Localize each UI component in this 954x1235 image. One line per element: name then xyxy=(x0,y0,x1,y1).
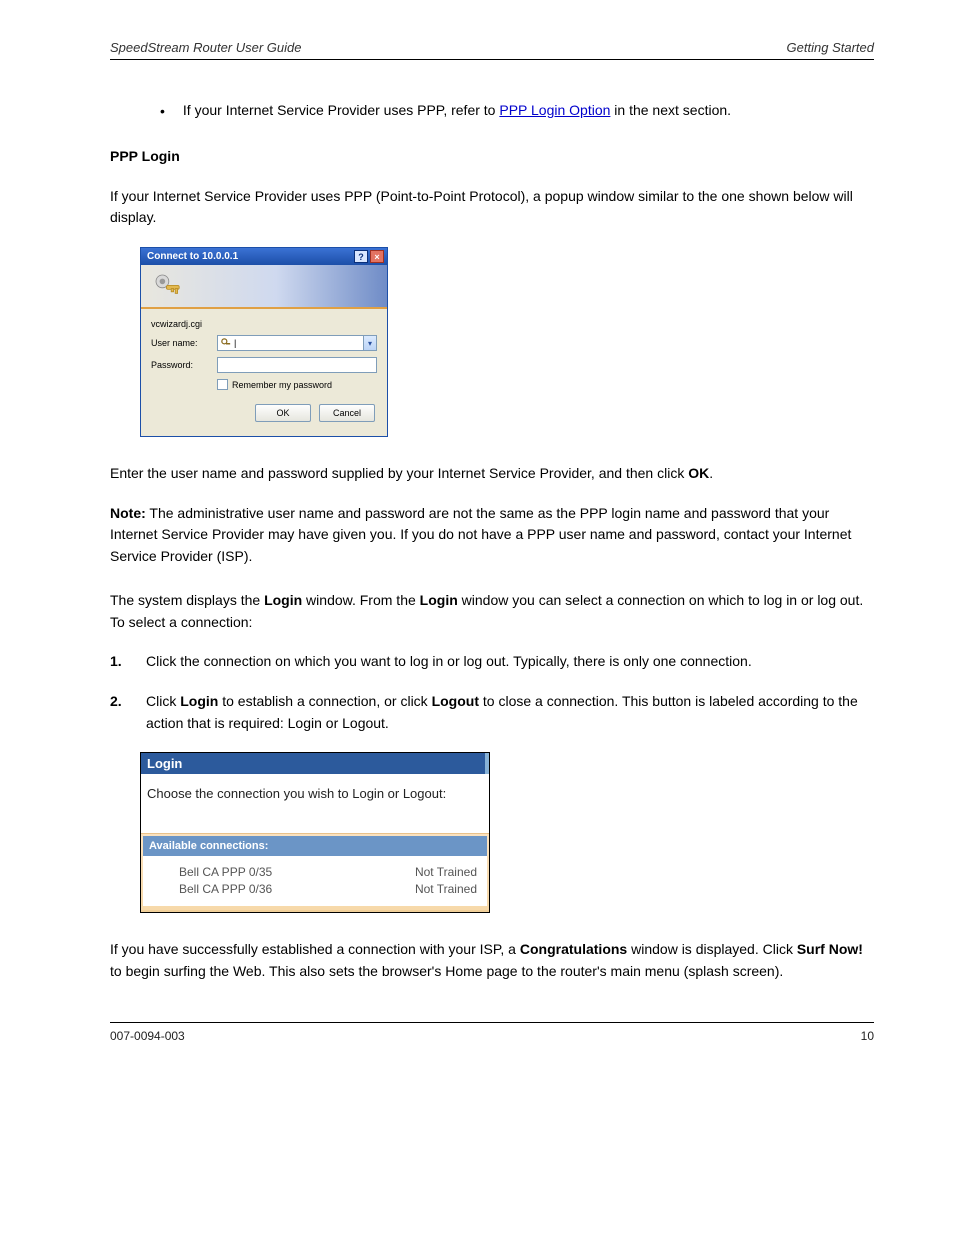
user-key-icon xyxy=(221,338,231,348)
lw-colon: : xyxy=(249,614,253,630)
login-panel: Login Choose the connection you wish to … xyxy=(140,752,490,913)
login-panel-prompt: Choose the connection you wish to Login … xyxy=(141,774,489,833)
trail-mid: window is displayed. Click xyxy=(627,941,797,957)
step-1: 1. Click the connection on which you wan… xyxy=(110,651,874,673)
remember-password-checkbox[interactable] xyxy=(217,379,228,390)
help-icon[interactable]: ? xyxy=(354,250,368,263)
note-text: The administrative user name and passwor… xyxy=(110,505,851,564)
ok-highlight: OK xyxy=(688,465,709,481)
footer-right: 10 xyxy=(861,1029,874,1043)
password-input[interactable] xyxy=(217,357,377,373)
note-block: Note: The administrative user name and p… xyxy=(110,503,874,568)
login-panel-title: Login xyxy=(141,753,489,774)
username-label: User name: xyxy=(151,338,217,348)
conn-status: Not Trained xyxy=(415,864,477,881)
s2-login: Login xyxy=(180,693,218,709)
lw-middle: window. From the xyxy=(302,592,420,608)
keys-icon xyxy=(151,271,185,303)
connect-dialog: Connect to 10.0.0.1 ? × vcwizardj.cgi Us… xyxy=(140,247,388,437)
step1-text: Click the connection on which you want t… xyxy=(146,651,874,673)
header-left: SpeedStream Router User Guide xyxy=(110,40,301,55)
step2-number: 2. xyxy=(110,691,126,734)
trail-congrats: Congratulations xyxy=(520,941,627,957)
enter-credentials-text: Enter the user name and password supplie… xyxy=(110,463,874,485)
remember-password-label: Remember my password xyxy=(232,380,332,390)
close-icon[interactable]: × xyxy=(370,250,384,263)
footer-divider xyxy=(110,1022,874,1023)
conn-status: Not Trained xyxy=(415,881,477,898)
bullet-before: If your Internet Service Provider uses P… xyxy=(183,102,499,118)
ppp-login-heading: PPP Login xyxy=(110,146,874,168)
s2-logout: Logout xyxy=(432,693,479,709)
header-divider xyxy=(110,59,874,60)
realm-text: vcwizardj.cgi xyxy=(151,319,202,329)
s2-prefix: Click xyxy=(146,693,180,709)
connections-list: Bell CA PPP 0/35 Not Trained Bell CA PPP… xyxy=(143,856,487,906)
trail-prefix: If you have successfully established a c… xyxy=(110,941,520,957)
trail-surf: Surf Now! xyxy=(797,941,863,957)
username-dropdown-icon[interactable]: ▾ xyxy=(363,335,377,351)
list-item[interactable]: Bell CA PPP 0/36 Not Trained xyxy=(179,881,477,898)
footer-left: 007-0094-003 xyxy=(110,1029,185,1043)
bullet-icon: • xyxy=(160,101,165,121)
lw-prefix: The system displays the xyxy=(110,592,264,608)
conn-name: Bell CA PPP 0/35 xyxy=(179,864,272,881)
step2-text: Click Login to establish a connection, o… xyxy=(146,691,874,734)
lw-login2: Login xyxy=(420,592,458,608)
header-right: Getting Started xyxy=(787,40,874,55)
dialog-title-text: Connect to 10.0.0.1 xyxy=(147,251,238,262)
note-label: Note: xyxy=(110,505,146,521)
dialog-banner xyxy=(141,265,387,309)
login-window-intro: The system displays the Login window. Fr… xyxy=(110,590,874,633)
list-item[interactable]: Bell CA PPP 0/35 Not Trained xyxy=(179,864,477,881)
ok-button[interactable]: OK xyxy=(255,404,311,422)
password-label: Password: xyxy=(151,360,217,370)
step-2: 2. Click Login to establish a connection… xyxy=(110,691,874,734)
username-input[interactable]: | xyxy=(217,335,363,351)
enter-creds-period: . xyxy=(709,465,713,481)
trail-suffix: to begin surfing the Web. This also sets… xyxy=(110,963,783,979)
bullet-after: in the next section. xyxy=(610,102,731,118)
s2-mid: to establish a connection, or click xyxy=(218,693,431,709)
conn-name: Bell CA PPP 0/36 xyxy=(179,881,272,898)
cancel-button[interactable]: Cancel xyxy=(319,404,375,422)
dialog-titlebar: Connect to 10.0.0.1 ? × xyxy=(141,248,387,265)
lw-login1: Login xyxy=(264,592,302,608)
ppp-login-option-link[interactable]: PPP Login Option xyxy=(499,102,610,118)
congratulations-text: If you have successfully established a c… xyxy=(110,939,874,982)
available-connections-header: Available connections: xyxy=(143,836,487,856)
enter-creds-prefix: Enter the user name and password supplie… xyxy=(110,465,688,481)
step1-number: 1. xyxy=(110,651,126,673)
ppp-login-intro: If your Internet Service Provider uses P… xyxy=(110,186,874,229)
bullet-text: If your Internet Service Provider uses P… xyxy=(183,100,731,121)
